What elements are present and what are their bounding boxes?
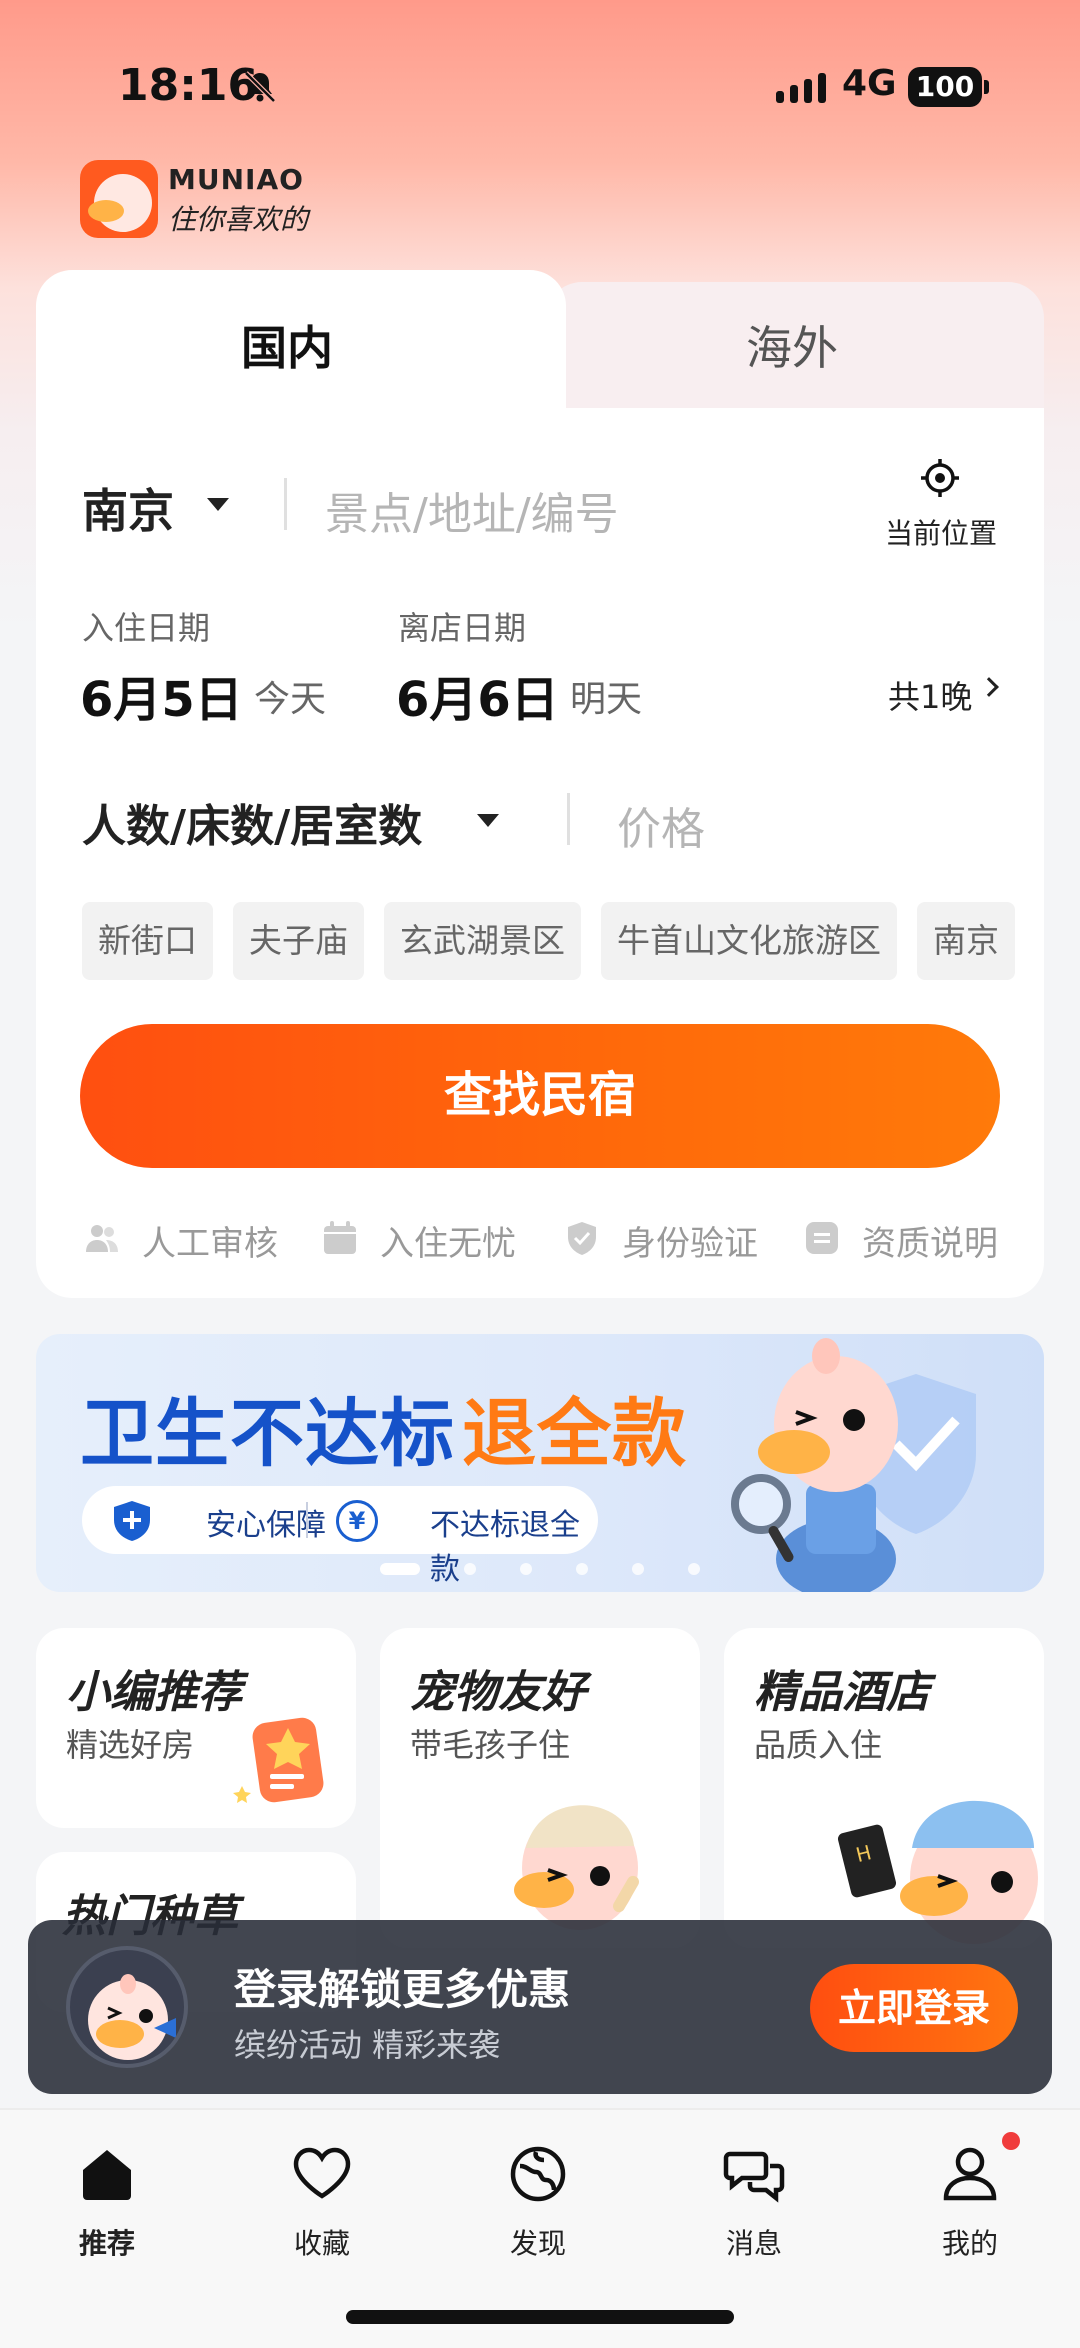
pagination-dot bbox=[464, 1563, 476, 1575]
tab-favorites[interactable]: 收藏 bbox=[262, 2130, 382, 2260]
login-now-button[interactable]: 立即登录 bbox=[810, 1964, 1018, 2052]
banner-pagination bbox=[380, 1560, 744, 1575]
message-icon bbox=[723, 2151, 785, 2203]
banner-tag-assurance: 安心保障 bbox=[206, 1508, 326, 1543]
location-target-icon[interactable] bbox=[920, 458, 960, 498]
keyword-search-input[interactable]: 景点/地址/编号 bbox=[325, 478, 619, 542]
home-icon bbox=[83, 2150, 131, 2200]
mute-bell-icon bbox=[244, 71, 276, 103]
checkin-label: 入住日期 bbox=[82, 609, 211, 647]
guests-selector[interactable]: 人数/床数/居室数 bbox=[82, 790, 422, 854]
divider bbox=[567, 793, 570, 845]
tab-domestic-label[interactable]: 国内 bbox=[241, 312, 333, 378]
quick-tags: 新街口 夫子庙 玄武湖景区 牛首山文化旅游区 南京 bbox=[82, 902, 1044, 980]
shield-plus-icon bbox=[114, 1501, 150, 1541]
brand-name: MUNIAO bbox=[168, 163, 304, 196]
pagination-dot bbox=[688, 1563, 700, 1575]
category-editor-picks[interactable]: 小编推荐 精选好房 bbox=[36, 1628, 356, 1828]
shield-check-icon bbox=[568, 1222, 596, 1255]
status-time: 18:16 bbox=[118, 60, 259, 111]
star-note-icon bbox=[233, 1717, 324, 1803]
banner-title-blue: 卫生不达标 bbox=[80, 1391, 455, 1477]
people-icon bbox=[86, 1225, 118, 1252]
city-selector[interactable]: 南京 bbox=[82, 475, 174, 541]
banner-tags: 安心保障 ¥ 不达标退全款 bbox=[82, 1486, 598, 1587]
quick-tag[interactable]: 南京 bbox=[917, 902, 1015, 980]
document-icon bbox=[806, 1222, 838, 1254]
checkout-day: 明天 bbox=[570, 679, 643, 720]
quick-tag[interactable]: 玄武湖景区 bbox=[384, 902, 581, 980]
tab-overseas-label[interactable]: 海外 bbox=[746, 312, 838, 378]
checkin-day: 今天 bbox=[254, 679, 327, 720]
search-button[interactable]: 查找民宿 bbox=[80, 1024, 1000, 1168]
status-bar: 18:16 4G 100 bbox=[0, 55, 1080, 125]
pagination-dot bbox=[520, 1563, 532, 1575]
pagination-dot bbox=[632, 1563, 644, 1575]
mascot-avatar bbox=[66, 1946, 188, 2068]
current-location-button[interactable]: 当前位置 bbox=[885, 512, 997, 552]
quick-tag[interactable]: 夫子庙 bbox=[233, 902, 364, 980]
banner-title-orange: 退全款 bbox=[462, 1391, 687, 1477]
banner-divider bbox=[306, 1502, 308, 1538]
tab-messages[interactable]: 消息 bbox=[694, 2130, 814, 2260]
price-filter[interactable]: 价格 bbox=[617, 793, 705, 857]
discover-icon bbox=[510, 2146, 566, 2202]
yen-icon: ¥ bbox=[336, 1500, 378, 1542]
tab-recommend[interactable]: 推荐 bbox=[47, 2130, 167, 2260]
checkout-label: 离店日期 bbox=[398, 609, 527, 647]
mascot-inspector-illustration bbox=[731, 1338, 976, 1592]
heart-icon bbox=[293, 2147, 351, 2199]
notification-badge bbox=[1002, 2132, 1020, 2150]
pagination-dot bbox=[576, 1563, 588, 1575]
brand-slogan: 住你喜欢的 bbox=[168, 203, 309, 236]
promo-banner[interactable]: 卫生不达标 退全款 安心保障 ¥ 不达标退全款 bbox=[36, 1334, 1044, 1592]
checkout-date[interactable]: 6月6日 bbox=[396, 660, 559, 730]
brand-logo bbox=[80, 160, 158, 238]
pagination-dot-active bbox=[380, 1563, 420, 1575]
network-type: 4G bbox=[842, 63, 897, 104]
quick-tag[interactable]: 牛首山文化旅游区 bbox=[601, 902, 897, 980]
login-prompt-subtitle: 缤纷活动 精彩来袭 bbox=[234, 2026, 501, 2064]
category-boutique-hotel[interactable]: 精品酒店 品质入住 H bbox=[724, 1628, 1044, 1948]
nights-count[interactable]: 共1晚 bbox=[888, 672, 972, 718]
home-indicator bbox=[346, 2310, 734, 2324]
quick-tag[interactable]: 新街口 bbox=[82, 902, 213, 980]
calendar-icon bbox=[324, 1221, 356, 1254]
login-prompt-title: 登录解锁更多优惠 bbox=[234, 1965, 571, 2014]
tab-discover[interactable]: 发现 bbox=[478, 2130, 598, 2260]
battery-indicator: 100 bbox=[908, 67, 989, 107]
guests-dropdown-icon[interactable] bbox=[477, 814, 499, 827]
profile-icon bbox=[943, 2147, 997, 2201]
category-pet-friendly[interactable]: 宠物友好 带毛孩子住 bbox=[380, 1628, 700, 1948]
city-dropdown-icon[interactable] bbox=[207, 498, 229, 511]
checkin-date[interactable]: 6月5日 bbox=[80, 660, 243, 730]
banner-tag-refund: 不达标退全款 bbox=[430, 1508, 580, 1587]
divider bbox=[284, 478, 287, 530]
login-prompt-bar: 登录解锁更多优惠 缤纷活动 精彩来袭 立即登录 bbox=[28, 1920, 1052, 2094]
signal-icon bbox=[776, 73, 826, 103]
